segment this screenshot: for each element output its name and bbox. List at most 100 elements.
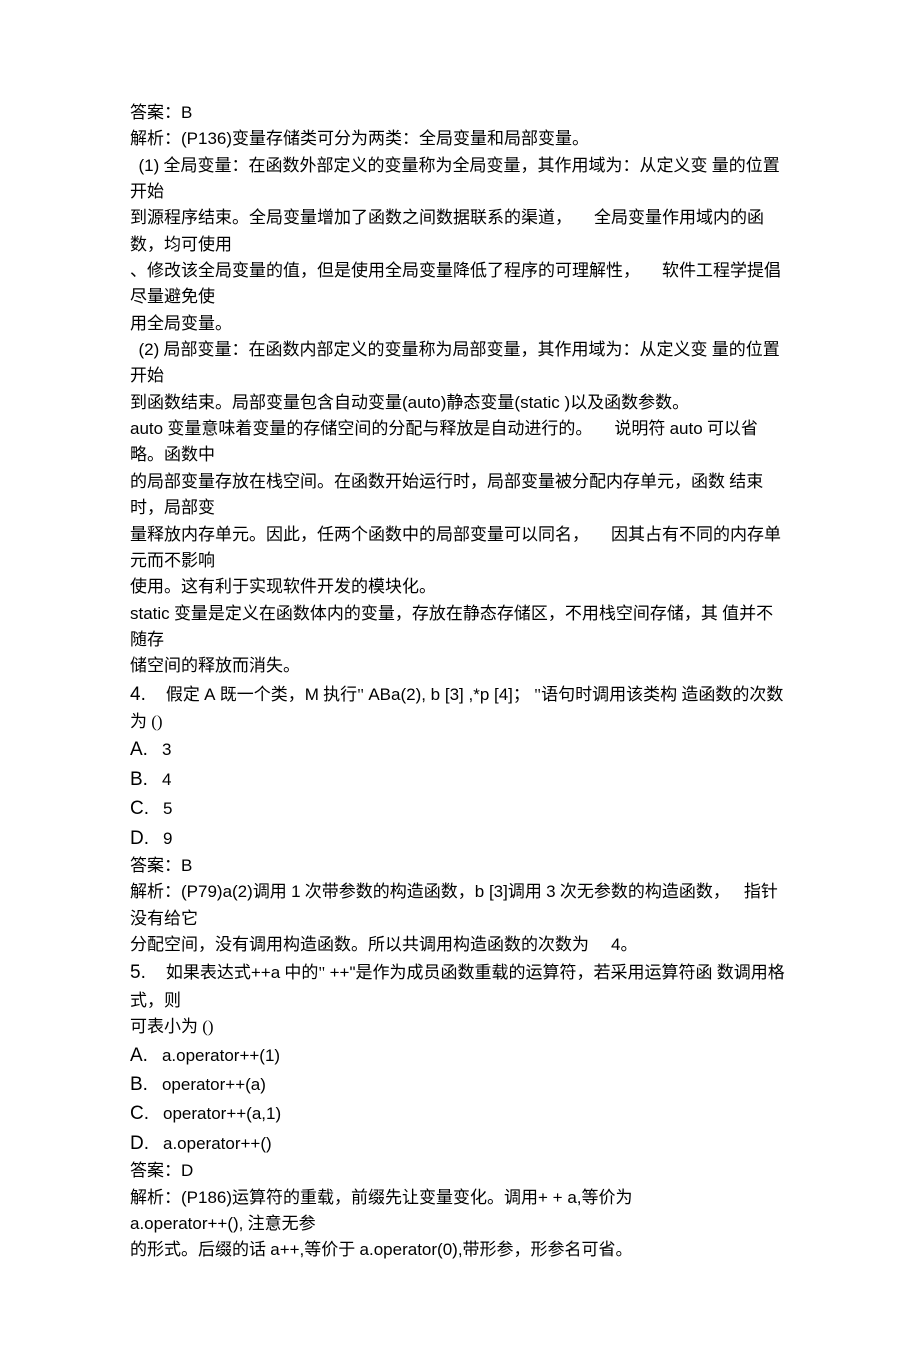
q4-explain-l2: 分配空间，没有调用构造函数。所以共调用构造函数的次数为4。 (130, 932, 790, 958)
question-number: 4. (130, 684, 146, 705)
text: 量释放内存单元。因此，任两个函数中的局部变量可以同名， (130, 525, 589, 544)
text: 可表小为 () (130, 1017, 214, 1036)
text: ABa(2), b [3] ,*p [4] (368, 685, 513, 704)
q5-answer-line: 答案：D (130, 1158, 790, 1184)
text: 次无参数的构造函数， (556, 882, 730, 901)
text: auto (670, 419, 703, 438)
text: (2) (139, 340, 160, 359)
text: 运算符的重载，前缀先让变量变化。调用 (232, 1188, 538, 1207)
text: 用全局变量。 (130, 314, 232, 333)
explain-prefix: 解析： (130, 1188, 181, 1207)
text: 注意无参 (243, 1214, 315, 1233)
text: 的局部变量存放在栈空间。在函数开始运行时，局部变量被分配内存单元，函数 结束时，… (130, 472, 763, 517)
q4-stem-line1: 4.假定 A 既一个类，M 执行" ABa(2), b [3] ,*p [4]；… (130, 680, 790, 709)
text: M (305, 685, 319, 704)
text: 变量是定义在函数体内的变量，存放在静态存储区，不用栈空间存储，其 值并不随存 (130, 604, 773, 649)
answer-label: 答案： (130, 856, 181, 875)
text: + + a, (538, 1188, 581, 1207)
text: 如果表达式 (166, 963, 251, 982)
option-letter: C. (130, 1099, 149, 1128)
text: a++, (270, 1240, 304, 1259)
q3-explain-l6: (2) 局部变量：在函数内部定义的变量称为局部变量，其作用域为：从定义变 量的位… (130, 337, 790, 390)
option-text: a.operator++(1) (162, 1046, 280, 1065)
q3-explain-l11: 使用。这有利于实现软件开发的模块化。 (130, 574, 790, 600)
text: 假定 (166, 685, 204, 704)
text: 为 () (130, 712, 163, 731)
text: ++a (251, 963, 280, 982)
option-letter: A. (130, 1041, 148, 1070)
text: 。 (620, 935, 637, 954)
text: auto (130, 419, 163, 438)
option-letter: C. (130, 794, 149, 823)
option-letter: B. (130, 765, 148, 794)
answer-label: 答案： (130, 1161, 181, 1180)
q3-explain-l12: static 变量是定义在函数体内的变量，存放在静态存储区，不用栈空间存储，其 … (130, 601, 790, 654)
q4-option-a: A. 3 (130, 735, 790, 764)
q3-explain-l10: 量释放内存单元。因此，任两个函数中的局部变量可以同名，因其占有不同的内存单元而不… (130, 522, 790, 575)
question-number: 5. (130, 962, 146, 983)
answer-label: 答案： (130, 103, 181, 122)
option-text: operator++(a,1) (163, 1104, 281, 1123)
option-text: 4 (162, 770, 171, 789)
text: 说明符 (614, 419, 669, 438)
text: ++" (330, 963, 356, 982)
q3-explain-l2: (1) 全局变量：在函数外部定义的变量称为全局变量，其作用域为：从定义变 量的位… (130, 153, 790, 206)
text: 、修改该全局变量的值，但是使用全局变量降低了程序的可理解性， (130, 261, 640, 280)
q3-explain-l9: 的局部变量存放在栈空间。在函数开始运行时，局部变量被分配内存单元，函数 结束时，… (130, 469, 790, 522)
text: 1 (291, 882, 300, 901)
q5-explain-l1: 解析：(P186)运算符的重载，前缀先让变量变化。调用+ + a,等价为 (130, 1185, 790, 1211)
q3-answer-line: 答案：B (130, 100, 790, 126)
text: (auto) (402, 393, 446, 412)
text: 中的" (280, 963, 329, 982)
option-text: 3 (162, 740, 171, 759)
option-letter: B. (130, 1070, 148, 1099)
q4-option-d: D. 9 (130, 824, 790, 853)
q5-option-b: B.operator++(a) (130, 1070, 790, 1099)
text: 以及函数参数。 (570, 393, 689, 412)
text: 分配空间，没有调用构造函数。所以共调用构造函数的次数为 (130, 935, 589, 954)
q4-explain-l1: 解析：(P79)a(2)调用 1 次带参数的构造函数，b [3]调用 3 次无参… (130, 879, 790, 932)
text: 变量意味着变量的存储空间的分配与释放是自动进行的。 (163, 419, 592, 438)
text: 带形参，形参名可省。 (463, 1240, 633, 1259)
text: 等价为 (582, 1188, 633, 1207)
answer-value: B (181, 103, 192, 122)
option-text: a.operator++() (163, 1134, 272, 1153)
explain-ref: (P136) (181, 129, 232, 148)
q5-stem-line2: 可表小为 () (130, 1014, 790, 1040)
option-text: 9 (163, 829, 172, 848)
answer-value: B (181, 856, 192, 875)
text: a.operator++(), (130, 1214, 243, 1233)
text: 调用 (508, 882, 546, 901)
q3-explain-l1: 解析：(P136)变量存储类可分为两类：全局变量和局部变量。 (130, 126, 790, 152)
text: (1) (139, 156, 160, 175)
q4-stem-line2: 为 () (130, 709, 790, 735)
text: 到源程序结束。全局变量增加了函数之间数据联系的渠道， (130, 208, 572, 227)
q3-explain-l3: 到源程序结束。全局变量增加了函数之间数据联系的渠道，全局变量作用域内的函数，均可… (130, 205, 790, 258)
q3-explain-l13: 储空间的释放而消失。 (130, 653, 790, 679)
q3-explain-l8: auto 变量意味着变量的存储空间的分配与释放是自动进行的。说明符 auto 可… (130, 416, 790, 469)
explain-prefix: 解析： (130, 882, 181, 901)
explain-prefix: 解析： (130, 129, 181, 148)
text: A (204, 685, 215, 704)
text: static (130, 604, 170, 623)
text: 变量存储类可分为两类：全局变量和局部变量。 (232, 129, 589, 148)
text: 次带参数的构造函数， (301, 882, 475, 901)
answer-value: D (181, 1161, 193, 1180)
option-letter: A. (130, 735, 148, 764)
option-text: 5 (163, 799, 172, 818)
q4-option-c: C. 5 (130, 794, 790, 823)
text: 局部变量：在函数内部定义的变量称为局部变量，其作用域为：从定义变 量的位置开始 (130, 340, 780, 385)
option-letter: D. (130, 1129, 149, 1158)
document-page: 答案：B 解析：(P136)变量存储类可分为两类：全局变量和局部变量。 (1) … (0, 0, 920, 1364)
option-letter: D. (130, 824, 149, 853)
q5-option-d: D. a.operator++() (130, 1129, 790, 1158)
explain-ref: (P186) (181, 1188, 232, 1207)
text: 使用。这有利于实现软件开发的模块化。 (130, 577, 436, 596)
text: 3 (546, 882, 555, 901)
text: 储空间的释放而消失。 (130, 656, 300, 675)
q3-explain-l7: 到函数结束。局部变量包含自动变量(auto)静态变量(static )以及函数参… (130, 390, 790, 416)
text: a.operator(0), (360, 1240, 463, 1259)
q4-answer-line: 答案：B (130, 853, 790, 879)
text: 全局变量：在函数外部定义的变量称为全局变量，其作用域为：从定义变 量的位置开始 (130, 156, 780, 201)
text: 静态变量 (446, 393, 514, 412)
